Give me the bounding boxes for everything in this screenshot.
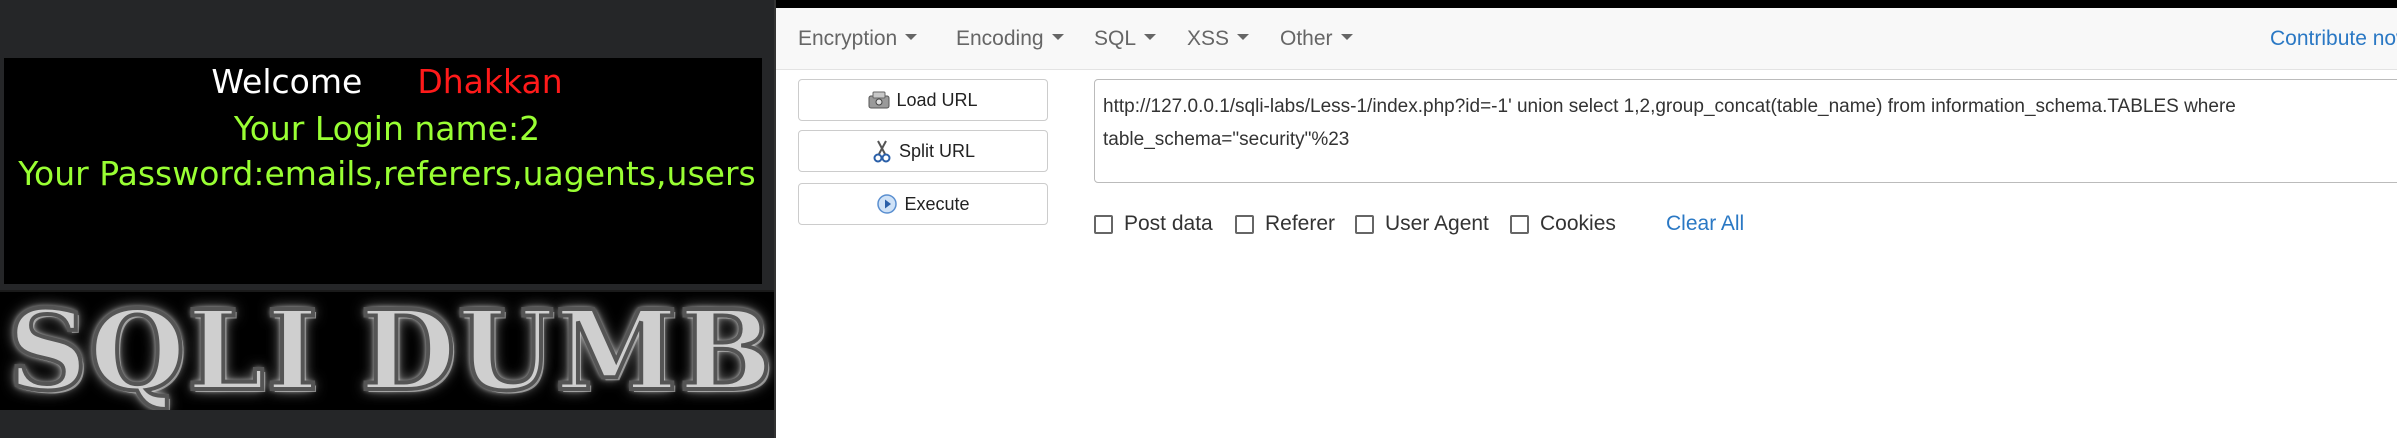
split-url-label: Split URL xyxy=(898,140,976,161)
caret-down-icon xyxy=(1340,34,1353,41)
hackbar-top-strip xyxy=(776,0,2397,8)
menu-encoding-label: Encoding xyxy=(956,27,1044,50)
hackbar-toolbar: Encryption Encoding SQL XSS Other Contri… xyxy=(776,8,2397,70)
menu-other-label: Other xyxy=(1280,27,1333,50)
post-data-label: Post data xyxy=(1124,212,1213,235)
clear-all-link[interactable]: Clear All xyxy=(1666,210,1744,238)
checkbox-box[interactable] xyxy=(1355,214,1374,234)
load-url-button[interactable]: Load URL xyxy=(798,79,1048,121)
referer-checkbox[interactable]: Referer xyxy=(1235,210,1335,238)
checkbox-box[interactable] xyxy=(1094,214,1113,234)
welcome-line: Welcome Dhakkan xyxy=(0,58,774,106)
menu-xss[interactable]: XSS xyxy=(1187,8,1250,70)
cookies-checkbox[interactable]: Cookies xyxy=(1510,210,1616,238)
caret-down-icon xyxy=(1144,34,1157,41)
caret-down-icon xyxy=(1051,34,1064,41)
menu-encryption[interactable]: Encryption xyxy=(798,8,918,70)
contribute-link[interactable]: Contribute now xyxy=(2270,8,2397,70)
page-footer xyxy=(0,410,774,438)
cookies-label: Cookies xyxy=(1540,212,1616,235)
user-agent-checkbox[interactable]: User Agent xyxy=(1355,210,1489,238)
caret-down-icon xyxy=(1237,34,1250,41)
menu-encoding[interactable]: Encoding xyxy=(956,8,1064,70)
split-url-button[interactable]: Split URL xyxy=(798,130,1048,172)
checkbox-box[interactable] xyxy=(1510,214,1529,234)
hackbar-panel: Encryption Encoding SQL XSS Other Contri… xyxy=(774,0,2397,438)
sqli-lab-page: Welcome Dhakkan Your Login name:2 Your P… xyxy=(0,0,774,438)
split-url-icon xyxy=(871,140,893,163)
execute-button[interactable]: Execute xyxy=(798,183,1048,225)
menu-sql[interactable]: SQL xyxy=(1094,8,1157,70)
menu-xss-label: XSS xyxy=(1187,27,1230,50)
banner-text: SQLI DUMB S xyxy=(6,290,774,410)
execute-icon xyxy=(876,193,898,215)
menu-other[interactable]: Other xyxy=(1280,8,1353,70)
checkbox-box[interactable] xyxy=(1235,214,1254,234)
post-data-checkbox[interactable]: Post data xyxy=(1094,210,1213,238)
menu-sql-label: SQL xyxy=(1094,27,1137,50)
welcome-text: Welcome xyxy=(211,62,363,101)
referer-label: Referer xyxy=(1265,212,1336,235)
password-line: Your Password:emails,referers,uagents,us… xyxy=(18,154,756,193)
menu-encryption-label: Encryption xyxy=(798,27,898,50)
welcome-area: Welcome Dhakkan Your Login name:2 Your P… xyxy=(0,58,774,196)
caret-down-icon xyxy=(905,34,918,41)
login-name-line: Your Login name:2 xyxy=(233,109,541,148)
load-url-icon xyxy=(868,89,890,111)
execute-label: Execute xyxy=(904,193,970,214)
url-textarea[interactable]: http://127.0.0.1/sqli-labs/Less-1/index.… xyxy=(1094,79,2397,183)
user-name: Dhakkan xyxy=(417,62,563,101)
sqli-dumb-banner: SQLI DUMB S xyxy=(0,290,774,410)
load-url-label: Load URL xyxy=(896,89,978,110)
user-agent-label: User Agent xyxy=(1385,212,1489,235)
